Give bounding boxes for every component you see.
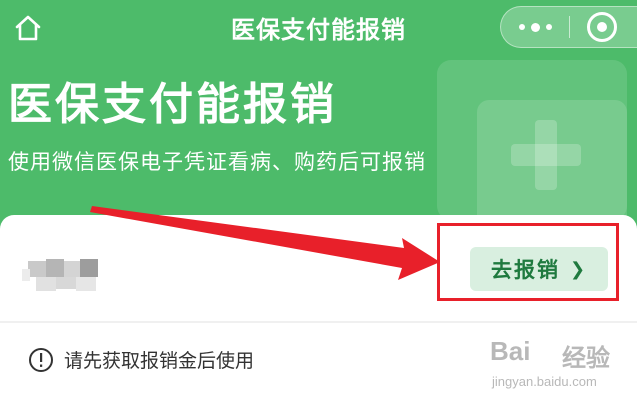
close-button[interactable]	[587, 12, 617, 42]
watermark-brand-jingyan: 经验	[562, 344, 610, 372]
mini-program-capsule	[500, 6, 637, 48]
watermark: Bai 经验 jingyan.baidu.com	[490, 336, 630, 400]
target-circle-icon	[597, 22, 607, 32]
more-button[interactable]	[501, 7, 569, 47]
card-divider	[0, 321, 637, 323]
watermark-url: jingyan.baidu.com	[492, 374, 597, 389]
watermark-brand: Bai	[490, 336, 531, 366]
blurred-avatar	[22, 259, 98, 291]
annotation-highlight-box	[437, 223, 619, 301]
page-subtitle: 使用微信医保电子凭证看病、购药后可报销	[8, 150, 426, 174]
medical-card-decoration	[437, 60, 627, 230]
navigation-bar: 医保支付能报销	[0, 0, 637, 56]
more-dots-icon	[516, 22, 555, 32]
notice-row: 请先获取报销金后使用	[28, 346, 254, 373]
page-title: 医保支付能报销	[8, 79, 337, 130]
capsule-divider	[569, 16, 570, 38]
info-circle-icon	[29, 347, 53, 372]
notice-text: 请先获取报销金后使用	[64, 350, 255, 372]
